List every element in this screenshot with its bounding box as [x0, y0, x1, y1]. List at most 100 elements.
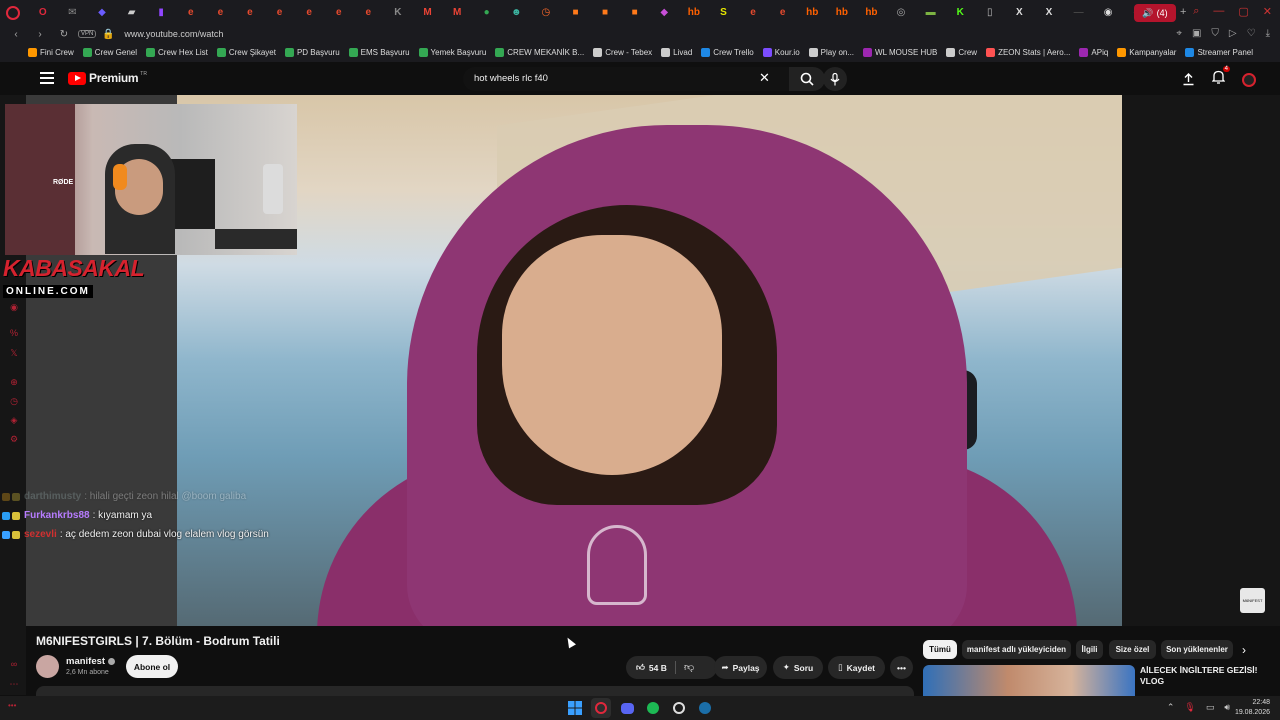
bookmark-item[interactable]: Fini Crew	[28, 47, 74, 57]
bookmark-item[interactable]: CREW MEKANİK B...	[495, 47, 584, 57]
download-icon[interactable]: ⤓	[1266, 28, 1270, 39]
taskbar-app[interactable]	[669, 698, 689, 718]
bookmark-item[interactable]: EMS Başvuru	[348, 47, 410, 57]
taskbar-opera[interactable]	[591, 698, 611, 718]
youtube-logo[interactable]: Premium TR	[68, 71, 147, 85]
browser-tab[interactable]: ■	[620, 0, 650, 26]
browser-tab[interactable]: e	[176, 0, 206, 26]
ask-button[interactable]: ✦ Soru	[773, 656, 823, 679]
maximize-icon[interactable]: ▢	[1238, 5, 1248, 18]
browser-tab[interactable]: e	[768, 0, 798, 26]
browser-tab[interactable]: e	[235, 0, 265, 26]
browser-tab[interactable]: —	[1064, 0, 1094, 26]
browser-tab[interactable]: ▰	[117, 0, 147, 26]
close-window-icon[interactable]: ✕	[1263, 5, 1272, 18]
recommended-video-title[interactable]: AİLECEK İNGİLTERE GEZİSİ! VLOG	[1140, 665, 1260, 687]
browser-tab[interactable]: hb	[827, 0, 857, 26]
back-icon[interactable]: ‹	[8, 29, 24, 40]
browser-tab[interactable]: hb	[679, 0, 709, 26]
like-button[interactable]: 👍︎ 54 B	[626, 656, 717, 679]
more-actions-button[interactable]: •••	[890, 656, 913, 679]
browser-tab[interactable]: S	[709, 0, 739, 26]
shield-icon[interactable]: ⛉	[1211, 28, 1219, 39]
browser-tab[interactable]: ◉	[1093, 0, 1123, 26]
notifications-button[interactable]: 4	[1211, 66, 1230, 89]
chip-recently-uploaded[interactable]: Son yüklenenler	[1161, 640, 1233, 659]
browser-tab[interactable]: K	[383, 0, 413, 26]
reload-icon[interactable]: ↻	[56, 29, 72, 40]
browser-tab[interactable]: e	[324, 0, 354, 26]
browser-tab[interactable]: ■	[561, 0, 591, 26]
bookmark-item[interactable]: Crew Genel	[82, 47, 137, 57]
browser-tab[interactable]: ●	[472, 0, 502, 26]
voice-search-button[interactable]	[823, 67, 847, 91]
chip-from-uploader[interactable]: manifest adlı yükleyiciden	[962, 640, 1071, 659]
bookmark-item[interactable]: Crew Şikayet	[216, 47, 276, 57]
bookmark-item[interactable]: Yemek Başvuru	[418, 47, 486, 57]
chip-related[interactable]: İlgili	[1076, 640, 1103, 659]
browser-tab[interactable]: ◷	[531, 0, 561, 26]
browser-tab[interactable]: e	[738, 0, 768, 26]
browser-tab[interactable]: ◆	[649, 0, 679, 26]
chevron-up-icon[interactable]: ⌃	[1167, 702, 1175, 713]
browser-tab[interactable]: X	[1005, 0, 1035, 26]
video-player[interactable]	[177, 95, 1122, 626]
bookmark-item[interactable]: APiq	[1079, 47, 1108, 57]
bookmark-item[interactable]: Play on...	[808, 47, 854, 57]
url-field[interactable]: www.youtube.com/watch	[124, 29, 223, 39]
bookmark-item[interactable]: Streamer Panel	[1185, 47, 1253, 57]
taskbar-discord[interactable]	[617, 698, 637, 718]
lock-icon[interactable]: 🔒	[100, 29, 116, 40]
browser-tab[interactable]: K	[945, 0, 975, 26]
channel-name[interactable]: manifest	[66, 656, 105, 667]
bookmark-item[interactable]: Crew Hex List	[146, 47, 208, 57]
vpn-badge[interactable]: VPN	[78, 30, 97, 38]
clock[interactable]: 22:48 19.08.2026	[1235, 698, 1270, 718]
start-button[interactable]	[565, 698, 585, 718]
browser-tab[interactable]: e	[354, 0, 384, 26]
taskbar-steam[interactable]	[695, 698, 715, 718]
screen-icon[interactable]: ▣	[1192, 28, 1201, 39]
upload-icon[interactable]	[1182, 73, 1195, 86]
browser-tab[interactable]: e	[294, 0, 324, 26]
browser-tab[interactable]: ▮	[146, 0, 176, 26]
browser-tab[interactable]: ◎	[886, 0, 916, 26]
share-button[interactable]: ➦ Paylaş	[714, 656, 767, 679]
browser-tab[interactable]: ▯	[975, 0, 1005, 26]
chip-all[interactable]: Tümü	[923, 640, 957, 659]
bookmark-item[interactable]: Crew	[946, 47, 977, 57]
browser-tab[interactable]: hb	[797, 0, 827, 26]
search-input[interactable]: hot wheels rlc f40	[463, 67, 789, 91]
volume-icon[interactable]: 🔊︎	[1224, 702, 1230, 713]
browser-tab[interactable]: e	[265, 0, 295, 26]
browser-tab[interactable]: hb	[857, 0, 887, 26]
subscribe-button[interactable]: Abone ol	[126, 655, 178, 678]
snapshot-icon[interactable]: ⌖	[1176, 28, 1182, 39]
browser-tab[interactable]: ✉	[58, 0, 88, 26]
opera-menu-icon[interactable]	[6, 6, 20, 20]
chevron-right-icon[interactable]: ›	[1242, 643, 1246, 657]
bookmark-item[interactable]: Crew - Tebex	[593, 47, 652, 57]
menu-icon[interactable]	[40, 72, 54, 84]
bookmark-item[interactable]: Kour.io	[762, 47, 800, 57]
save-button[interactable]: ▯ Kaydet	[828, 656, 885, 679]
bookmark-item[interactable]: ZEON Stats | Aero...	[986, 47, 1070, 57]
channel-watermark[interactable]: M6NIFEST	[1240, 588, 1265, 613]
dislike-icon[interactable]: 👎︎	[684, 661, 694, 673]
browser-tab[interactable]: M	[413, 0, 443, 26]
description-box[interactable]	[36, 686, 914, 696]
channel-avatar[interactable]	[36, 655, 59, 678]
network-icon[interactable]: ▭	[1206, 702, 1215, 713]
bookmark-item[interactable]: PD Başvuru	[284, 47, 340, 57]
bookmark-item[interactable]: Kampanyalar	[1117, 47, 1176, 57]
forward-icon[interactable]: ›	[32, 29, 48, 40]
microphone-tray-icon[interactable]: 🎙︎	[1184, 702, 1195, 713]
new-tab-button[interactable]: +	[1180, 6, 1186, 18]
browser-tab[interactable]: e	[206, 0, 236, 26]
browser-tab[interactable]: M	[442, 0, 472, 26]
browser-tab[interactable]: ■	[590, 0, 620, 26]
clear-search-icon[interactable]: ✕	[759, 70, 770, 86]
browser-tab[interactable]: ▬	[916, 0, 946, 26]
channel-name-row[interactable]: manifest	[66, 656, 116, 667]
bookmark-item[interactable]: Livad	[661, 47, 692, 57]
